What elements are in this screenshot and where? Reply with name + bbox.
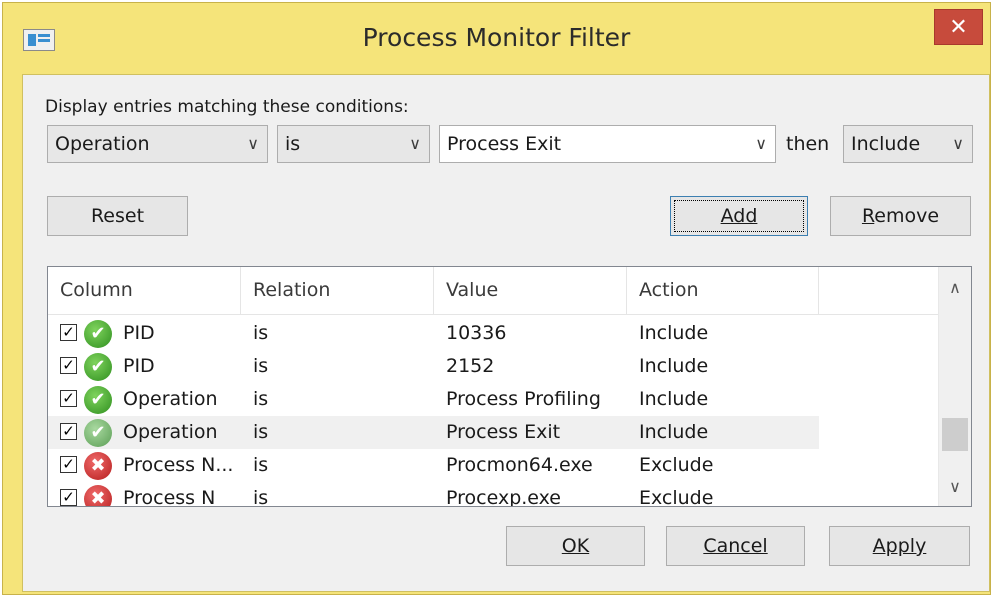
chevron-down-icon: ∨ [755,134,767,153]
remove-button-accesskey: R [861,205,875,227]
column-header-value[interactable]: Value [434,267,627,314]
table-row[interactable]: ✓ ✔ Operation is Process Profiling Inclu… [48,383,938,416]
cell-action: Exclude [639,454,714,476]
chevron-down-icon: ∨ [409,134,421,153]
filter-list[interactable]: Column Relation Value Action ✓ ✔ PID is … [47,266,972,507]
then-label: then [786,133,830,155]
chevron-down-icon: ∨ [247,134,259,153]
cell-relation: is [253,487,269,507]
ok-button-label: OK [562,535,589,557]
table-row-selected[interactable]: ✓ ✔ Operation is Process Exit Include [48,416,819,449]
cell-value: 2152 [446,355,495,377]
action-select-value: Include [851,133,921,155]
add-button[interactable]: Add [670,196,808,236]
value-combo-text[interactable]: Process Exit [447,133,561,155]
table-row[interactable]: ✓ ✔ PID is 2152 Include [48,350,938,383]
close-button[interactable]: ✕ [934,9,983,45]
cell-action: Include [639,388,709,410]
row-checkbox[interactable]: ✓ [60,324,77,341]
row-checkbox[interactable]: ✓ [60,357,77,374]
row-checkbox[interactable]: ✓ [60,456,77,473]
dialog-window: Process Monitor Filter ✕ Display entries… [2,2,991,595]
cell-action: Include [639,322,709,344]
row-checkbox[interactable]: ✓ [60,423,77,440]
cell-relation: is [253,322,269,344]
table-row[interactable]: ✓ ✖ Process N is Procexp.exe Exclude [48,482,938,507]
conditions-prompt: Display entries matching these condition… [45,97,409,117]
reset-button[interactable]: Reset [47,196,188,236]
cell-value: Procexp.exe [446,487,561,507]
dialog-client-area: Display entries matching these condition… [22,74,990,592]
list-header: Column Relation Value Action [48,267,938,315]
cell-relation: is [253,355,269,377]
include-status-icon: ✔ [84,419,112,447]
remove-button-label: Remove [862,205,939,227]
title-bar[interactable]: Process Monitor Filter ✕ [3,3,990,75]
cell-action: Exclude [639,487,714,507]
row-checkbox[interactable]: ✓ [60,489,77,506]
column-header-relation[interactable]: Relation [241,267,434,314]
vertical-scrollbar[interactable]: ∧ ∨ [938,267,971,506]
cell-value: Procmon64.exe [446,454,593,476]
include-status-icon: ✔ [84,320,112,348]
scroll-up-icon[interactable]: ∧ [939,273,971,303]
cell-action: Include [639,421,709,443]
resize-grip-icon[interactable] [971,573,983,585]
column-header-action[interactable]: Action [627,267,819,314]
cell-column: PID [123,322,155,344]
remove-button[interactable]: Remove [830,196,971,236]
scroll-down-icon[interactable]: ∨ [939,472,971,502]
reset-button-label: Reset [90,205,145,227]
apply-button[interactable]: Apply [829,526,970,566]
table-row[interactable]: ✓ ✖ Process N... is Procmon64.exe Exclud… [48,449,938,482]
cell-relation: is [253,454,269,476]
close-icon: ✕ [949,15,968,40]
cancel-button[interactable]: Cancel [666,526,805,566]
column-header-column[interactable]: Column [48,267,241,314]
cell-value: 10336 [446,322,507,344]
window-title: Process Monitor Filter [362,23,631,52]
cell-column: PID [123,355,155,377]
remove-button-label-rest: emove [874,205,940,227]
cancel-button-label: Cancel [703,535,768,557]
cell-action: Include [639,355,709,377]
apply-button-label: Apply [872,535,927,557]
include-status-icon: ✔ [84,353,112,381]
cell-value: Process Exit [446,421,561,443]
row-checkbox[interactable]: ✓ [60,390,77,407]
exclude-status-icon: ✖ [84,485,112,506]
action-select[interactable]: Include ∨ [843,125,973,163]
column-select-value: Operation [55,133,150,155]
cell-column: Operation [123,388,218,410]
ok-button-text: OK [561,535,590,557]
cell-column: Process N [123,487,216,507]
cell-relation: is [253,421,269,443]
include-status-icon: ✔ [84,386,112,414]
column-select[interactable]: Operation ∨ [47,125,268,163]
scrollbar-thumb[interactable] [942,418,968,451]
relation-select-value: is [285,133,301,155]
table-row[interactable]: ✓ ✔ PID is 10336 Include [48,317,938,350]
value-combo[interactable]: Process Exit ∨ [439,125,776,163]
exclude-status-icon: ✖ [84,452,112,480]
cell-relation: is [253,388,269,410]
chevron-down-icon: ∨ [952,134,964,153]
add-button-label: Add [720,205,758,227]
cell-value: Process Profiling [446,388,601,410]
cell-column: Operation [123,421,218,443]
relation-select[interactable]: is ∨ [277,125,430,163]
cell-column: Process N... [123,454,234,476]
ok-button[interactable]: OK [506,526,645,566]
